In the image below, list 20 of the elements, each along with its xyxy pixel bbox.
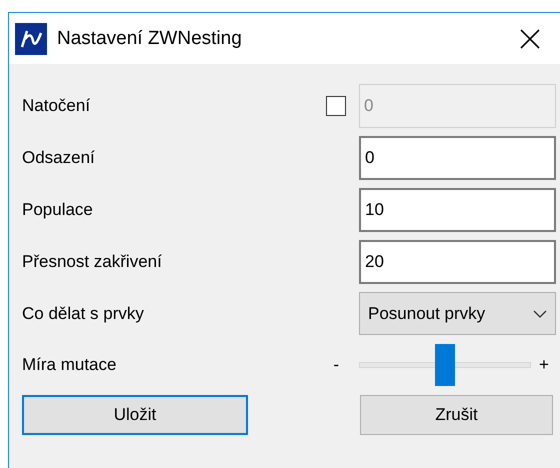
text-field[interactable]: 0 [359, 136, 556, 180]
minus-label: - [333, 355, 339, 374]
field-label: Přesnost zakřivení [22, 252, 163, 272]
text-field[interactable]: 10 [359, 188, 556, 232]
save-button[interactable]: Uložit [22, 395, 248, 435]
field-label: Natočení [22, 96, 92, 116]
close-icon [520, 28, 540, 48]
chevron-down-icon [533, 310, 547, 318]
field-label: Co dělat s prvky [22, 304, 145, 324]
text-field[interactable]: 20 [359, 240, 556, 284]
field-label: Populace [22, 200, 94, 220]
app-icon [15, 22, 47, 54]
plus-label: + [539, 355, 549, 375]
dropdown[interactable]: Posunout prvky [359, 292, 556, 335]
slider-thumb[interactable] [435, 344, 455, 386]
window-title: Nastavení ZWNesting [57, 28, 243, 50]
cancel-button[interactable]: Zrušit [360, 395, 553, 435]
field-label: Míra mutace [22, 355, 118, 375]
slider[interactable] [359, 344, 531, 386]
field-label: Odsazení [22, 148, 96, 168]
